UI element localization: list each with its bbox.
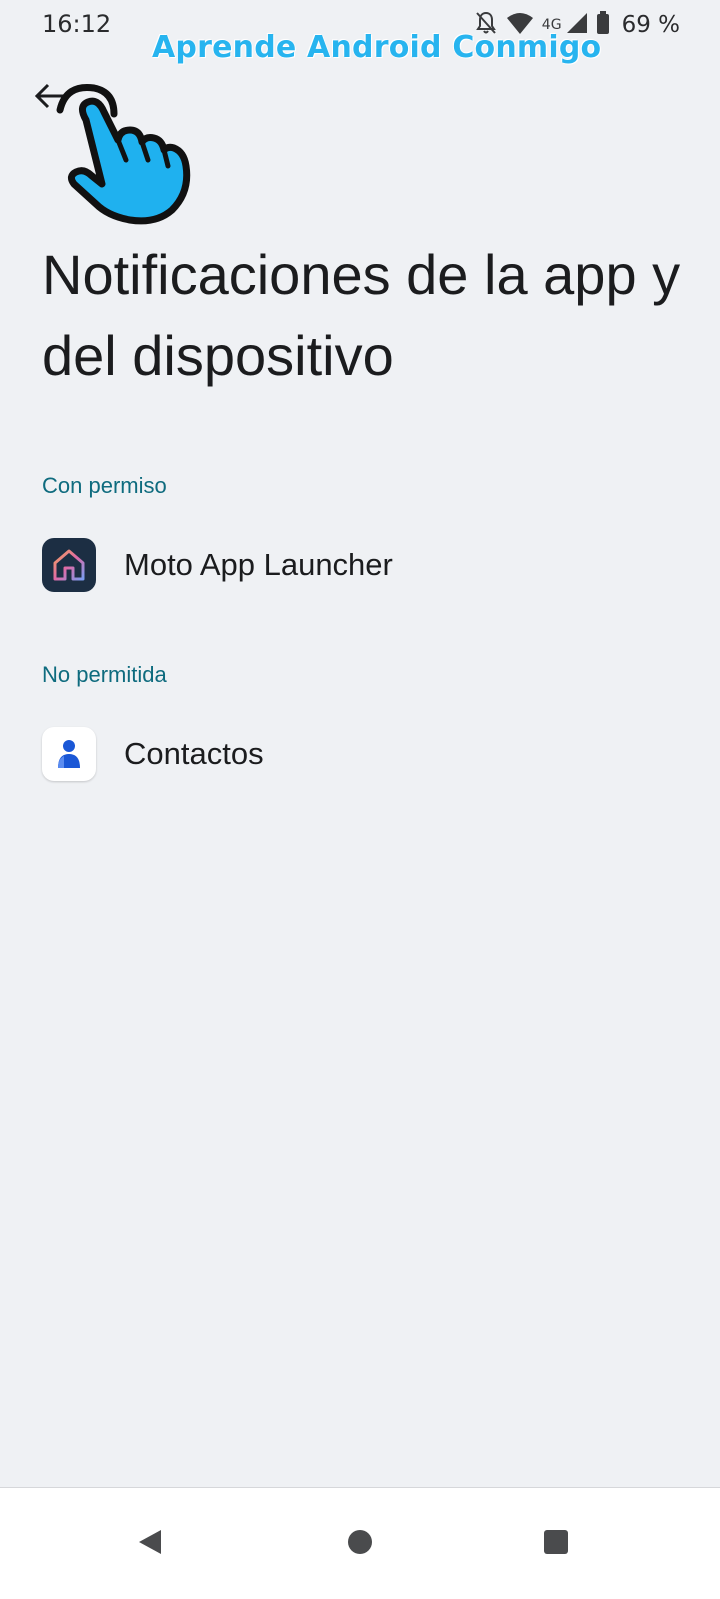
- section-header-not-allowed: No permitida: [42, 662, 167, 687]
- app-name: Contactos: [124, 736, 264, 771]
- nav-back-button[interactable]: [100, 1488, 200, 1599]
- section-header-allowed: Con permiso: [42, 473, 167, 498]
- arrow-back-icon: [33, 82, 67, 115]
- app-name: Moto App Launcher: [124, 547, 393, 582]
- back-button[interactable]: [28, 78, 72, 118]
- nav-back-icon: [135, 1527, 165, 1562]
- contacts-person-icon: [42, 727, 96, 781]
- pointing-hand-icon: [52, 80, 202, 230]
- nav-home-button[interactable]: [310, 1488, 410, 1599]
- nav-recents-icon: [542, 1528, 570, 1561]
- page-title: Notificaciones de la app y del dispositi…: [42, 243, 681, 387]
- nav-recents-button[interactable]: [506, 1488, 606, 1599]
- watermark-text: Aprende Android Conmigo: [152, 30, 602, 65]
- status-time: 16:12: [42, 10, 112, 38]
- nav-home-icon: [346, 1528, 374, 1561]
- app-row-moto-app-launcher[interactable]: Moto App Launcher: [0, 515, 720, 615]
- app-row-contactos[interactable]: Contactos: [0, 704, 720, 804]
- battery-percent: 69 %: [621, 12, 680, 38]
- navigation-bar: [0, 1487, 720, 1599]
- moto-launcher-home-icon: [42, 538, 96, 592]
